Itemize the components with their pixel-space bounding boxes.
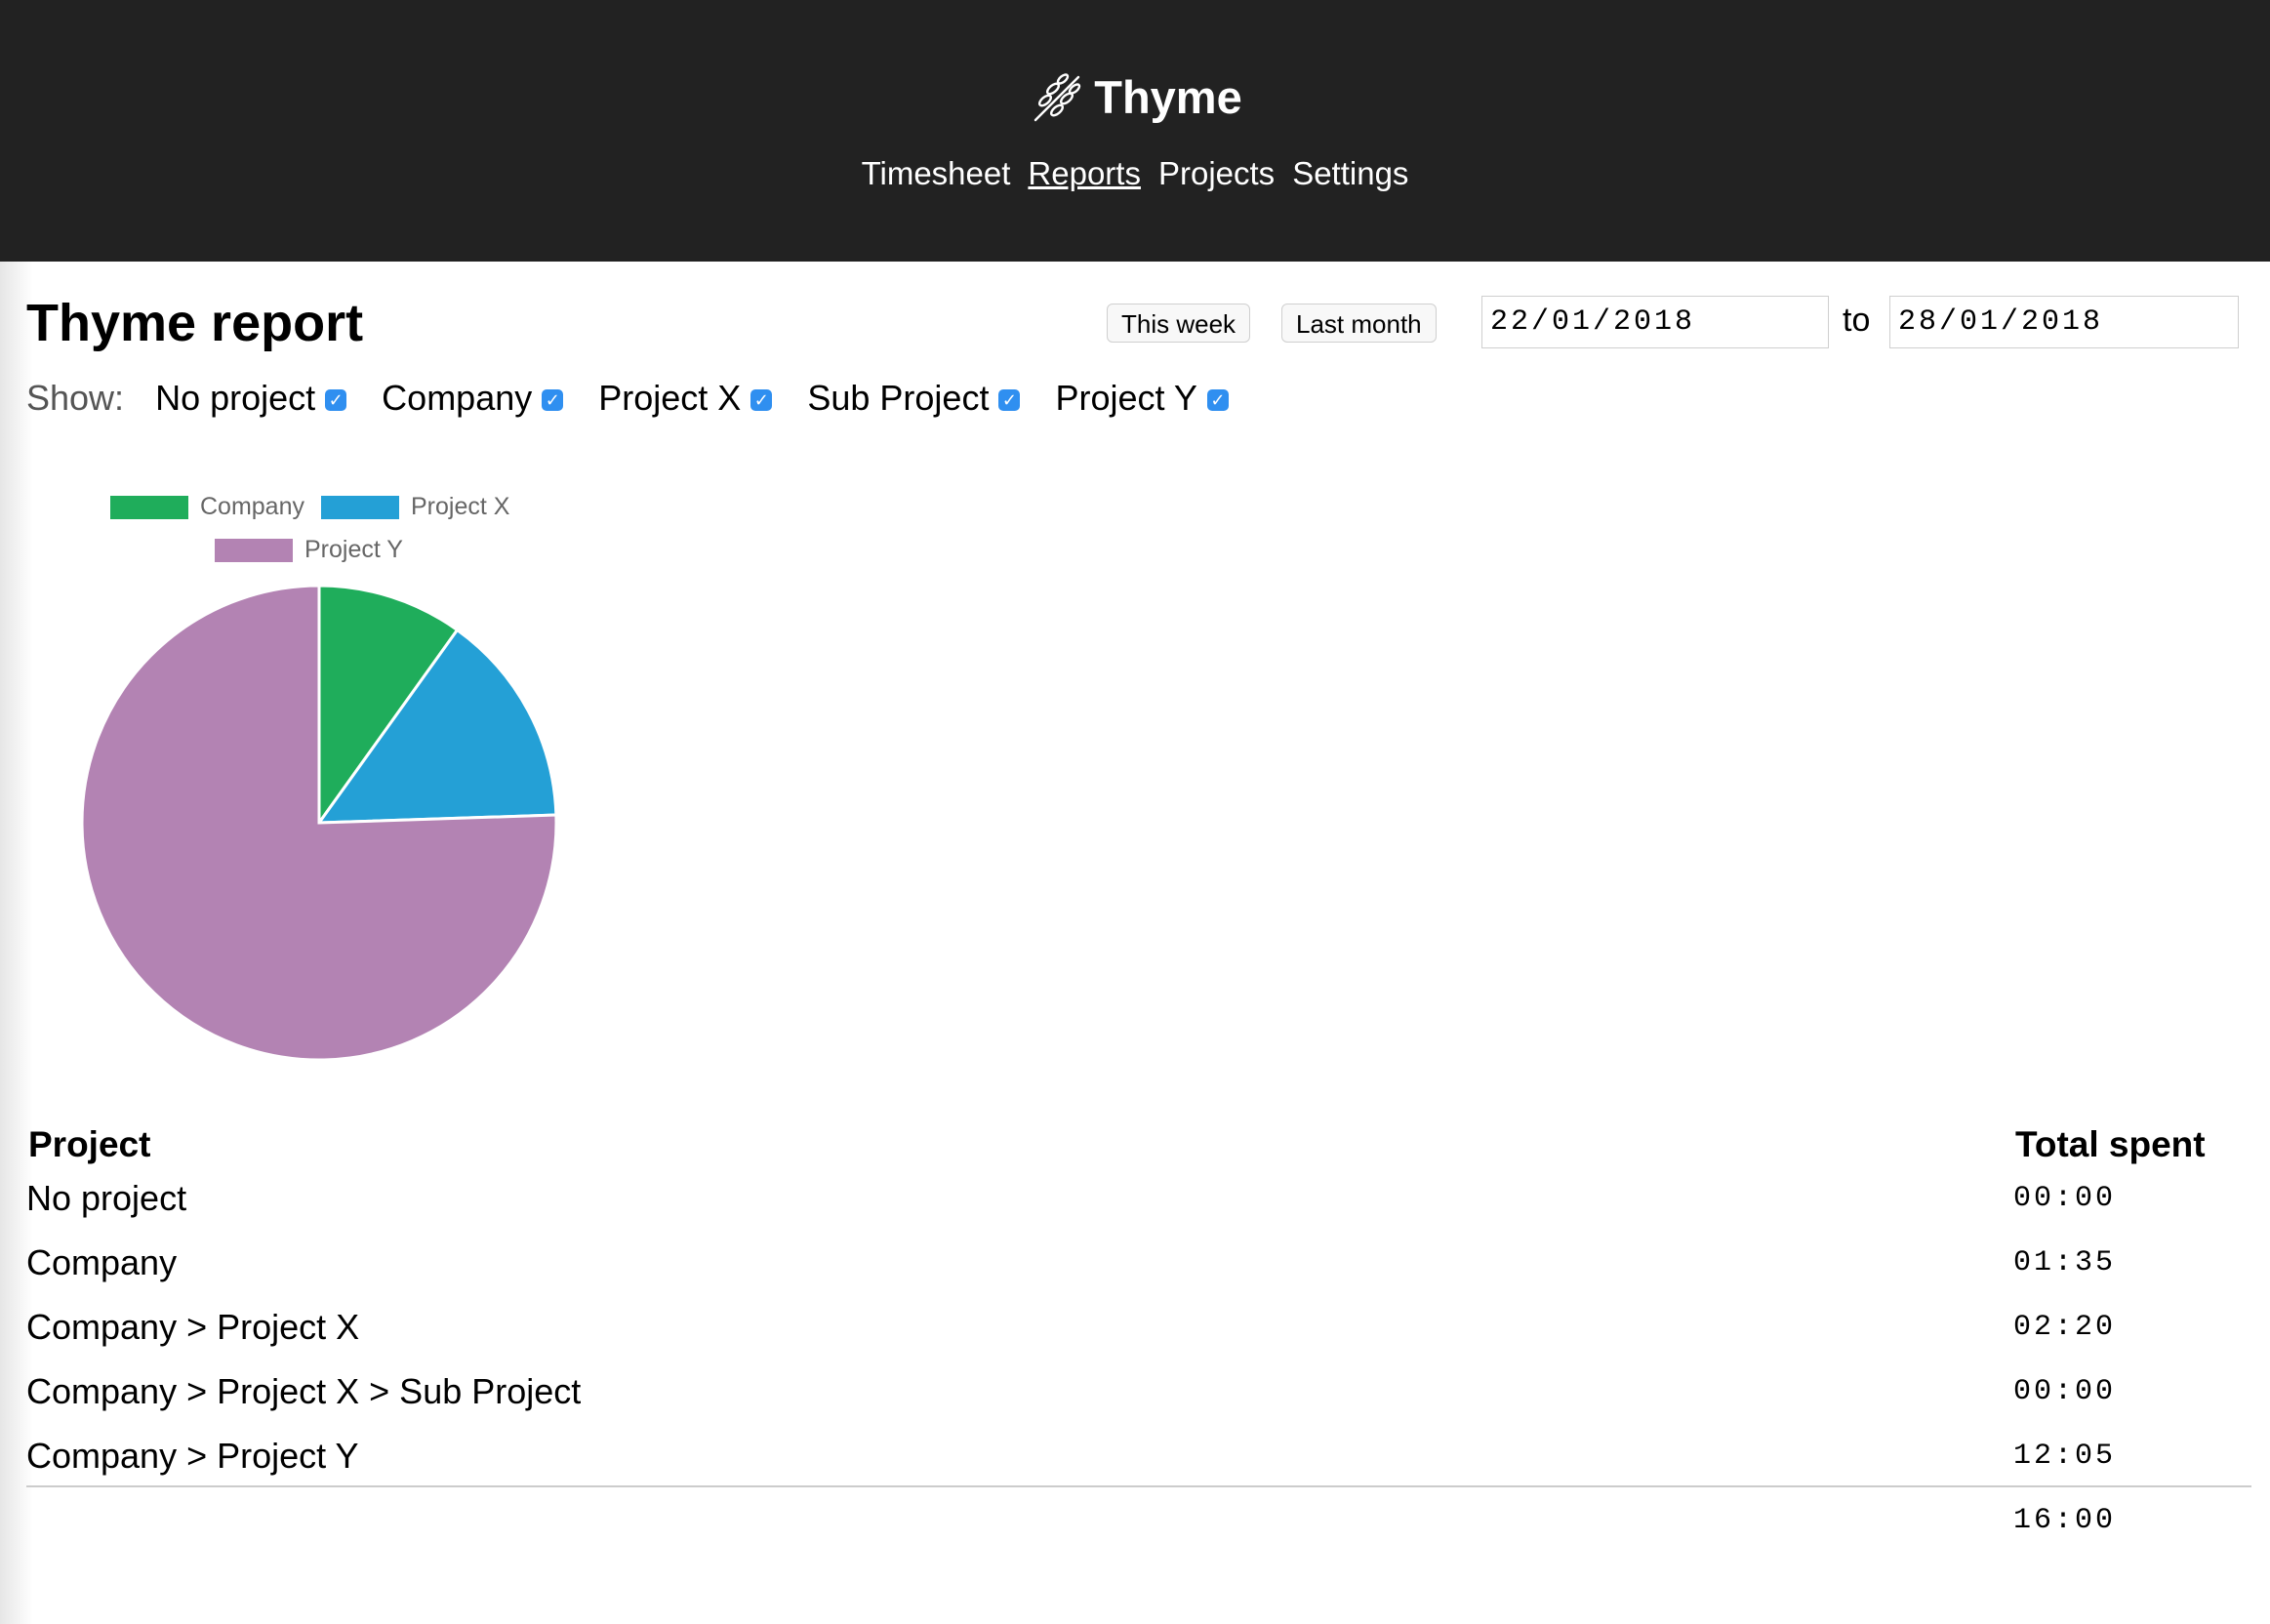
nav-timesheet[interactable]: Timesheet <box>862 155 1011 191</box>
brand[interactable]: Thyme <box>0 66 2270 129</box>
filter-company[interactable]: Company ✓ <box>382 378 564 418</box>
time-pie-chart <box>80 584 558 1062</box>
app-name: Thyme <box>1094 71 1242 123</box>
main-nav: Timesheet Reports Projects Settings <box>0 150 2270 197</box>
nav-projects[interactable]: Projects <box>1158 155 1275 191</box>
row-project: No project <box>26 1178 187 1218</box>
filter-project-y[interactable]: Project Y ✓ <box>1055 378 1229 418</box>
legend-label: Project Y <box>304 536 403 563</box>
table-row: Company 01:35 <box>26 1234 2251 1298</box>
checkbox-icon[interactable]: ✓ <box>325 389 347 412</box>
last-month-button[interactable]: Last month <box>1281 304 1437 343</box>
filter-label: Sub Project <box>807 378 990 418</box>
row-total: 12:05 <box>2013 1440 2117 1473</box>
checkbox-icon[interactable]: ✓ <box>1206 389 1229 412</box>
app-header: Thyme Timesheet Reports Projects Settings <box>0 0 2270 262</box>
nav-settings[interactable]: Settings <box>1292 155 1408 191</box>
show-label: Show: <box>26 378 125 418</box>
project-filters: Show: No project ✓ Company ✓ Project X ✓ Su… <box>26 375 1254 422</box>
checkbox-icon[interactable]: ✓ <box>998 389 1021 412</box>
date-range-to-label: to <box>1843 302 1871 339</box>
legend-label: Project X <box>411 493 510 520</box>
total-divider <box>26 1485 2251 1487</box>
column-header-total: Total spent <box>2015 1124 2206 1164</box>
filter-no-project[interactable]: No project ✓ <box>155 378 347 418</box>
row-total: 01:35 <box>2013 1246 2117 1279</box>
nav-reports[interactable]: Reports <box>1028 155 1141 191</box>
table-row: No project 00:00 <box>26 1169 2251 1234</box>
legend-swatch <box>110 496 188 520</box>
column-header-project: Project <box>28 1124 151 1164</box>
legend-item-company[interactable]: Company <box>110 492 304 521</box>
legend-label: Company <box>200 493 304 520</box>
checkbox-icon[interactable]: ✓ <box>750 389 773 412</box>
from-date-input[interactable]: 22/01/2018 <box>1481 296 1829 348</box>
legend-item-project-y[interactable]: Project Y <box>215 535 403 564</box>
to-date-input[interactable]: 28/01/2018 <box>1889 296 2239 348</box>
legend-swatch <box>321 496 399 520</box>
row-project: Company > Project Y <box>26 1436 359 1476</box>
row-project: Company > Project X <box>26 1307 360 1347</box>
table-row: Company > Project Y 12:05 <box>26 1427 2251 1491</box>
table-row: Company > Project X > Sub Project 00:00 <box>26 1362 2251 1427</box>
page-title: Thyme report <box>26 294 364 352</box>
row-total: 00:00 <box>2013 1182 2117 1215</box>
row-project: Company > Project X > Sub Project <box>26 1371 582 1411</box>
thyme-sprig-icon <box>1034 72 1081 121</box>
checkbox-icon[interactable]: ✓ <box>542 389 564 412</box>
row-total: 02:20 <box>2013 1311 2117 1344</box>
this-week-button[interactable]: This week <box>1107 304 1251 343</box>
row-total: 00:00 <box>2013 1375 2117 1408</box>
filter-label: No project <box>155 378 316 418</box>
row-project: Company <box>26 1242 178 1282</box>
filter-label: Company <box>382 378 533 418</box>
filter-project-x[interactable]: Project X ✓ <box>598 378 773 418</box>
filter-label: Project Y <box>1055 378 1197 418</box>
grand-total: 16:00 <box>2013 1504 2117 1537</box>
filter-sub-project[interactable]: Sub Project ✓ <box>807 378 1021 418</box>
table-row: Company > Project X 02:20 <box>26 1298 2251 1362</box>
filter-label: Project X <box>598 378 742 418</box>
legend-swatch <box>215 539 293 563</box>
legend-item-project-x[interactable]: Project X <box>321 492 509 521</box>
